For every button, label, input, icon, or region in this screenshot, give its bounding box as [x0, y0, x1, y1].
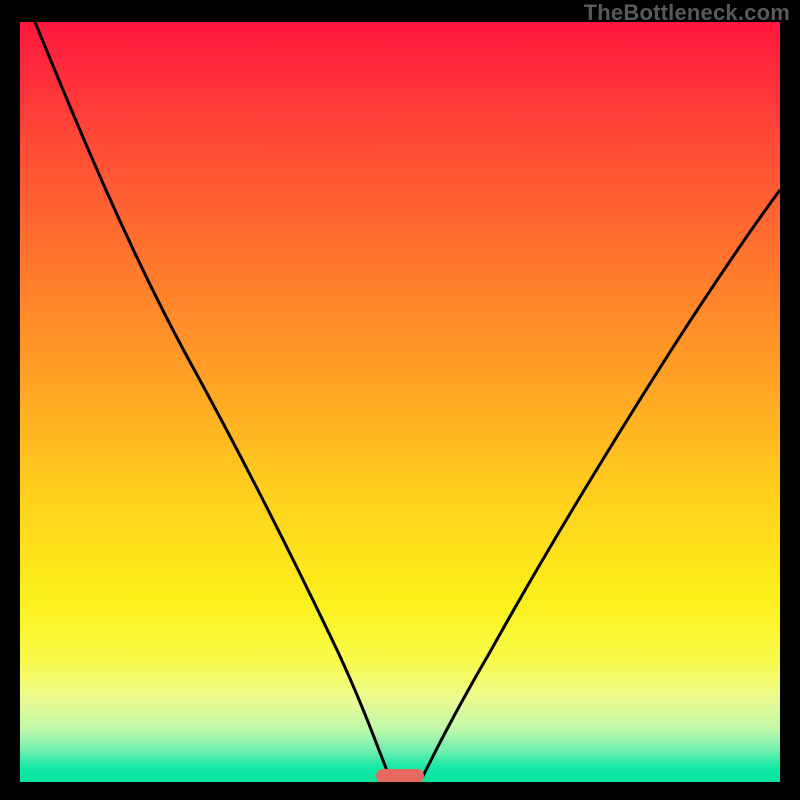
- chart-frame: TheBottleneck.com: [0, 0, 800, 800]
- watermark-text: TheBottleneck.com: [584, 0, 790, 26]
- optimal-marker: [376, 769, 424, 782]
- curve-left-branch: [35, 22, 390, 778]
- bottleneck-curve: [20, 22, 780, 782]
- plot-area: [20, 22, 780, 782]
- curve-right-branch: [422, 190, 780, 778]
